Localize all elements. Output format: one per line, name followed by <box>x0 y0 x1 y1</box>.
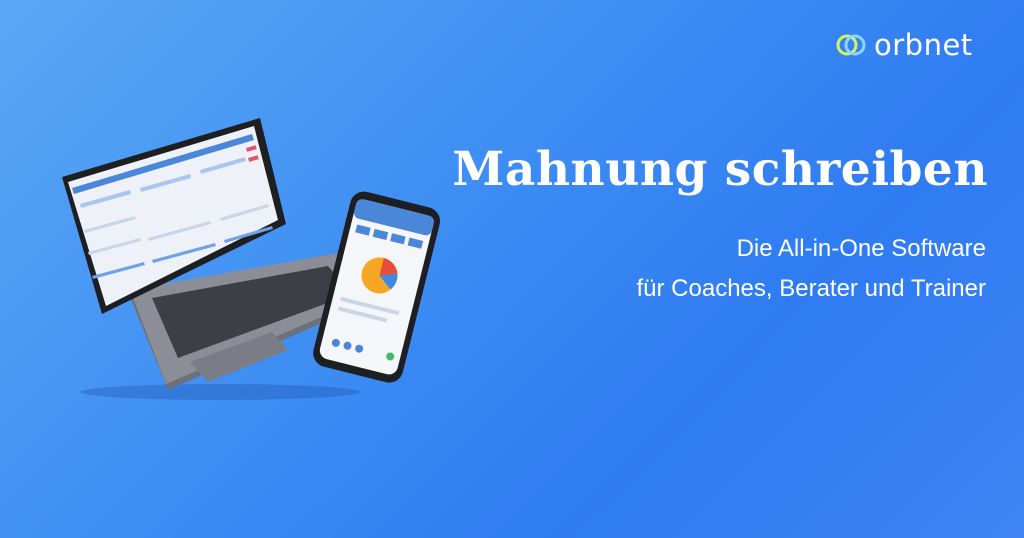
smartphone-mockup <box>313 191 441 383</box>
subtitle-line-1: Die All-in-One Software <box>736 235 986 262</box>
brand-name: orbnet <box>874 27 973 62</box>
page-subtitle: Die All-in-One Software für Coaches, Ber… <box>636 229 986 309</box>
brand-logo: orbnet <box>834 28 973 62</box>
subtitle-line-2: für Coaches, Berater und Trainer <box>636 275 986 302</box>
orbit-rings-icon <box>836 34 866 56</box>
page-title: Mahnung schreiben <box>452 142 988 197</box>
device-mockups <box>62 118 441 400</box>
